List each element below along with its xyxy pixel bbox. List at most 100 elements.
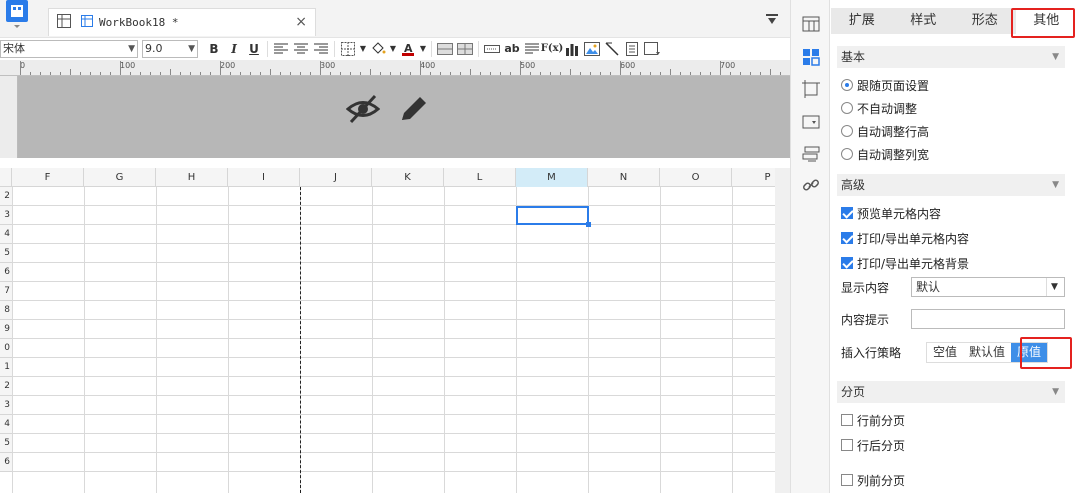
- section-paging[interactable]: 分页 ▼: [837, 381, 1065, 403]
- column-header[interactable]: M: [516, 168, 588, 187]
- tab-expand[interactable]: 扩展: [831, 8, 893, 34]
- checkbox[interactable]: [841, 474, 853, 486]
- edit-pencil-icon[interactable]: [398, 94, 430, 127]
- spreadsheet-grid[interactable]: FGHIJKLMNOP 234567890123456: [0, 168, 775, 493]
- grid-corner[interactable]: [0, 168, 12, 187]
- tab-shape[interactable]: 形态: [954, 8, 1016, 34]
- radio-button[interactable]: [841, 102, 853, 114]
- display-content-select[interactable]: 默认 ▼: [911, 277, 1065, 297]
- italic-button[interactable]: I: [224, 39, 244, 59]
- text-field-icon[interactable]: [482, 39, 502, 59]
- section-advanced[interactable]: 高级 ▼: [837, 174, 1065, 196]
- insert-option-default[interactable]: 默认值: [963, 343, 1012, 362]
- chevron-down-icon[interactable]: ▼: [418, 39, 428, 59]
- radio-button[interactable]: [841, 79, 853, 91]
- row-header[interactable]: 6: [0, 263, 12, 282]
- widget-settings-icon[interactable]: [802, 48, 820, 66]
- chevron-down-icon[interactable]: ▼: [358, 39, 368, 59]
- column-header[interactable]: N: [588, 168, 660, 187]
- bold-button[interactable]: B: [204, 39, 224, 59]
- row-header[interactable]: 1: [0, 358, 12, 377]
- font-size-select[interactable]: 9.0 ▼: [142, 39, 198, 58]
- radio-auto-row-height[interactable]: 自动调整行高: [841, 122, 929, 140]
- grid-add-icon[interactable]: [57, 14, 71, 31]
- font-family-select[interactable]: 宋体 ▼: [0, 39, 138, 58]
- chevron-down-icon[interactable]: ▼: [388, 39, 398, 59]
- column-header[interactable]: L: [444, 168, 516, 187]
- frame-icon[interactable]: [802, 80, 820, 98]
- row-header[interactable]: 2: [0, 187, 12, 206]
- hyperlink-icon[interactable]: [802, 176, 820, 194]
- border-button[interactable]: [338, 39, 358, 59]
- column-header[interactable]: P: [732, 168, 775, 187]
- vertical-scrollbar[interactable]: [775, 168, 790, 493]
- row-header[interactable]: 4: [0, 225, 12, 244]
- font-color-icon[interactable]: A: [398, 39, 418, 59]
- checkbox[interactable]: [841, 414, 853, 426]
- row-header[interactable]: 2: [0, 377, 12, 396]
- paragraph-icon[interactable]: [522, 39, 542, 59]
- condition-icon[interactable]: [802, 145, 820, 163]
- fill-handle[interactable]: [586, 222, 591, 227]
- radio-button[interactable]: [841, 148, 853, 160]
- selected-cell[interactable]: [516, 206, 591, 227]
- cell-element-icon[interactable]: [642, 39, 662, 59]
- cell-attribute-icon[interactable]: [802, 15, 820, 33]
- workbook-tab[interactable]: WorkBook18 * ×: [48, 8, 316, 36]
- image-icon[interactable]: [582, 39, 602, 59]
- fill-color-icon[interactable]: [368, 39, 388, 59]
- row-header[interactable]: 8: [0, 301, 12, 320]
- column-header[interactable]: K: [372, 168, 444, 187]
- formula-button[interactable]: F(x): [541, 39, 564, 59]
- hide-eye-icon[interactable]: [345, 94, 381, 127]
- align-center-button[interactable]: [291, 39, 311, 59]
- check-page-after-row[interactable]: 行后分页: [841, 436, 905, 454]
- close-tab-icon[interactable]: ×: [295, 14, 307, 30]
- insert-option-empty[interactable]: 空值: [927, 343, 964, 362]
- row-header[interactable]: 7: [0, 282, 12, 301]
- section-basic[interactable]: 基本 ▼: [837, 46, 1065, 68]
- column-header[interactable]: I: [228, 168, 300, 187]
- tab-style[interactable]: 样式: [893, 8, 955, 34]
- checkbox[interactable]: [841, 232, 853, 244]
- radio-auto-col-width[interactable]: 自动调整列宽: [841, 145, 929, 163]
- column-header[interactable]: F: [12, 168, 84, 187]
- dropdown-widget-icon[interactable]: [802, 113, 820, 131]
- align-right-button[interactable]: [311, 39, 331, 59]
- radio-follow-page[interactable]: 跟随页面设置: [841, 76, 929, 94]
- chart-icon[interactable]: [562, 39, 582, 59]
- check-page-before-row[interactable]: 行前分页: [841, 411, 905, 429]
- check-print-content[interactable]: 打印/导出单元格内容: [841, 229, 969, 247]
- radio-no-auto[interactable]: 不自动调整: [841, 99, 917, 117]
- merge-cells-icon[interactable]: [435, 39, 455, 59]
- row-header[interactable]: 5: [0, 244, 12, 263]
- column-header[interactable]: G: [84, 168, 156, 187]
- checkbox[interactable]: [841, 257, 853, 269]
- row-header[interactable]: 0: [0, 339, 12, 358]
- row-header[interactable]: 5: [0, 434, 12, 453]
- check-preview-content[interactable]: 预览单元格内容: [841, 204, 941, 222]
- check-print-background[interactable]: 打印/导出单元格背景: [841, 254, 969, 272]
- row-header[interactable]: 3: [0, 206, 12, 225]
- slash-icon[interactable]: [602, 39, 622, 59]
- row-header[interactable]: 9: [0, 320, 12, 339]
- radio-button[interactable]: [841, 125, 853, 137]
- doc-icon[interactable]: [622, 39, 642, 59]
- ruler-mark: [510, 72, 511, 75]
- collapse-toolbar-icon[interactable]: [766, 14, 778, 29]
- row-header[interactable]: 6: [0, 453, 12, 472]
- content-hint-input[interactable]: [911, 309, 1065, 329]
- column-header[interactable]: O: [660, 168, 732, 187]
- checkbox[interactable]: [841, 207, 853, 219]
- check-page-before-col[interactable]: 列前分页: [841, 471, 905, 489]
- checkbox[interactable]: [841, 439, 853, 451]
- align-left-button[interactable]: [271, 39, 291, 59]
- underline-button[interactable]: U: [244, 39, 264, 59]
- row-header[interactable]: 3: [0, 396, 12, 415]
- column-header[interactable]: H: [156, 168, 228, 187]
- split-cells-icon[interactable]: [455, 39, 475, 59]
- row-header[interactable]: 4: [0, 415, 12, 434]
- column-header[interactable]: J: [300, 168, 372, 187]
- text-tool-button[interactable]: ab: [502, 39, 522, 59]
- app-logo-icon[interactable]: [2, 0, 32, 30]
